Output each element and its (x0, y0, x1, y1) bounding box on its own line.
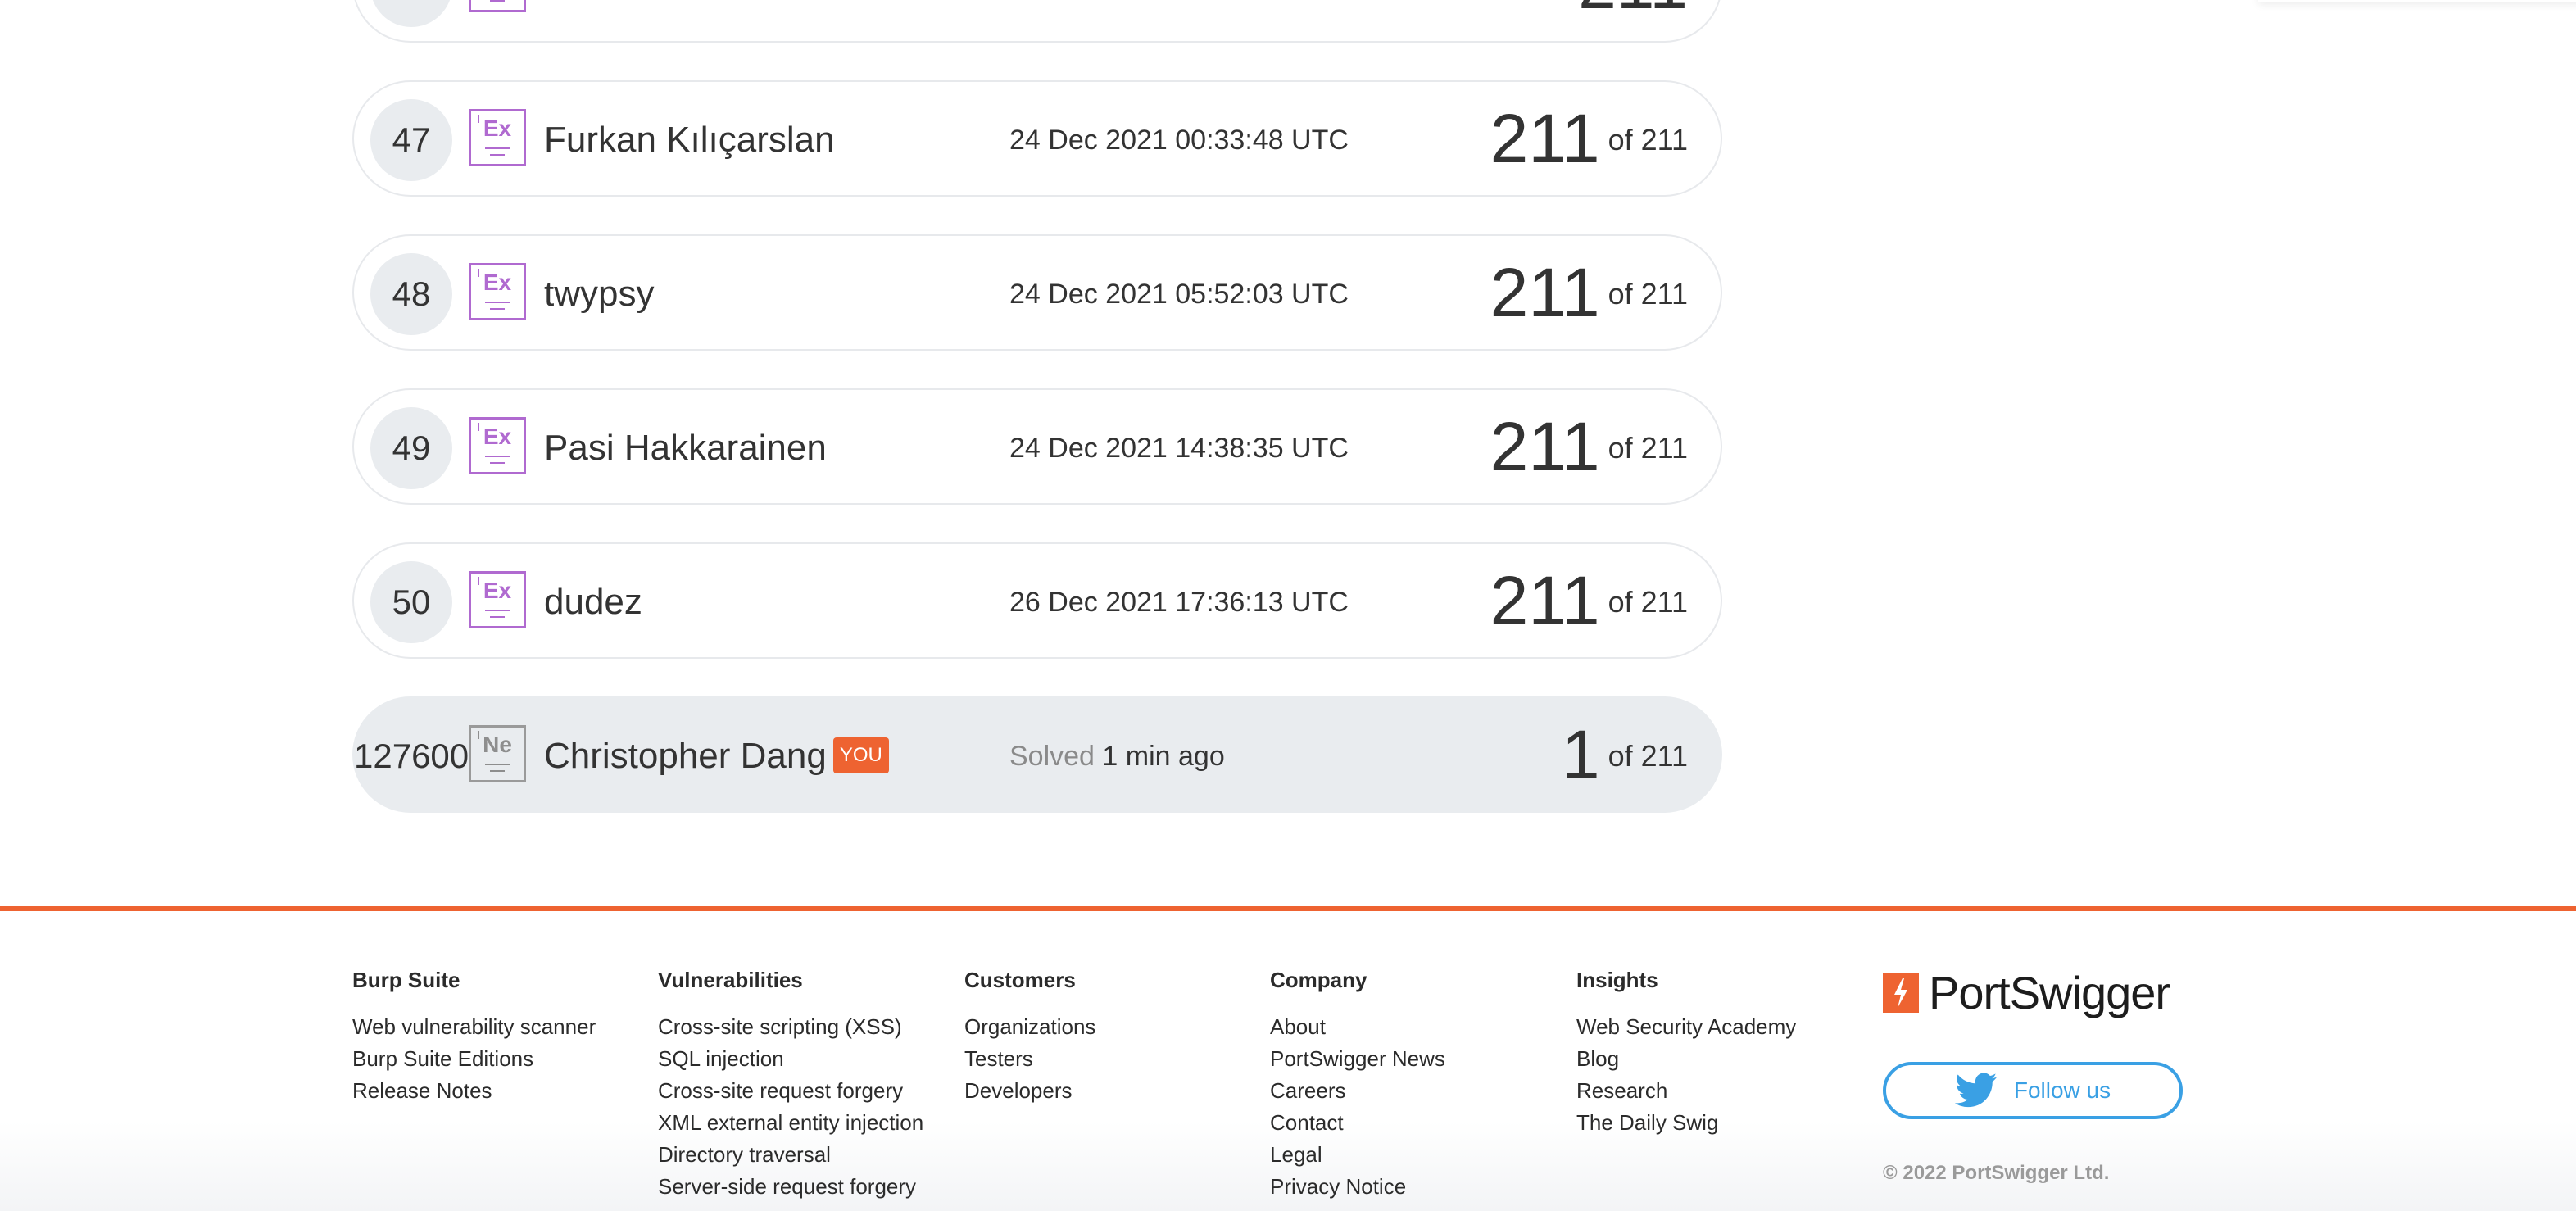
user-name: Christopher Dang (544, 736, 827, 776)
footer-link[interactable]: Web Security Academy (1576, 1011, 1796, 1043)
solved-date: 24 Dec 2021 00:33:48 UTC (1009, 125, 1349, 156)
twitter-bird-icon (1954, 1073, 1997, 1108)
footer-column-insights: Insights Web Security Academy Blog Resea… (1576, 967, 1796, 1139)
leaderboard-row: 48 Ex twypsy 24 Dec 2021 05:52:03 UTC 21… (352, 234, 1722, 351)
portswigger-logo-icon (1883, 973, 1919, 1013)
you-badge: YOU (832, 737, 889, 774)
leaderboard-row: 50 Ex dudez 26 Dec 2021 17:36:13 UTC 211… (352, 542, 1722, 659)
solved-date: 24 Dec 2021 14:38:35 UTC (1009, 433, 1349, 464)
badge-symbol: Ex (483, 424, 512, 449)
rank: 48 (370, 253, 452, 335)
rank: 127600 (354, 737, 469, 775)
footer-link[interactable]: Release Notes (352, 1075, 596, 1107)
site-footer: Burp Suite Web vulnerability scanner Bur… (0, 911, 2576, 1211)
badge-symbol: Ex (483, 578, 512, 603)
footer-heading: Insights (1576, 968, 1658, 992)
current-user-row: 127600 Ne Christopher Dang YOU Solved 1 m… (352, 696, 1722, 813)
footer-link[interactable]: PortSwigger News (1270, 1043, 1445, 1075)
score: 211 of 211 (1490, 390, 1688, 506)
badge-symbol: Ex (483, 270, 512, 295)
footer-link[interactable]: Cross-site request forgery (658, 1075, 923, 1107)
expert-badge-icon: Ex (469, 417, 526, 474)
footer-link[interactable]: XML external entity injection (658, 1107, 923, 1139)
score: 211 (1578, 0, 1688, 44)
rank: 49 (370, 407, 452, 489)
user-name: Pasi Hakkarainen (544, 428, 827, 468)
rank: 50 (370, 561, 452, 643)
footer-link[interactable]: Research (1576, 1075, 1796, 1107)
logo-text: PortSwigger (1929, 967, 2170, 1018)
score-total: of 211 (1608, 739, 1688, 773)
score-total: of 211 (1608, 123, 1688, 156)
badge-symbol: Ne (483, 732, 512, 757)
footer-brand: PortSwigger Follow us © 2022 PortSwigger… (1883, 968, 2183, 1184)
score: 211 of 211 (1490, 82, 1688, 198)
solved-status: Solved 1 min ago (1009, 698, 1225, 814)
footer-link[interactable]: SQL injection (658, 1043, 923, 1075)
score: 211 of 211 (1490, 236, 1688, 352)
follow-us-button[interactable]: Follow us (1883, 1062, 2183, 1119)
user-name: Furkan Kılıçarslan (544, 120, 835, 160)
copyright: © 2022 PortSwigger Ltd. (1883, 1162, 2110, 1184)
footer-link[interactable]: Blog (1576, 1043, 1796, 1075)
score: 1 of 211 (1562, 698, 1688, 814)
footer-link[interactable]: Burp Suite Editions (352, 1043, 596, 1075)
footer-heading: Company (1270, 968, 1367, 992)
footer-link[interactable]: Careers (1270, 1075, 1445, 1107)
footer-link[interactable]: Legal (1270, 1139, 1445, 1171)
footer-column-customers: Customers Organizations Testers Develope… (964, 967, 1095, 1107)
footer-link[interactable]: Privacy Notice (1270, 1171, 1445, 1203)
footer-link[interactable]: Organizations (964, 1011, 1095, 1043)
footer-link[interactable]: Server-side request forgery (658, 1171, 923, 1203)
score-total: of 211 (1608, 585, 1688, 619)
footer-column-company: Company About PortSwigger News Careers C… (1270, 967, 1445, 1203)
novice-badge-icon: Ne (469, 725, 526, 782)
solved-label: Solved (1009, 741, 1095, 772)
rank-circle (370, 0, 452, 27)
expert-badge-icon: Ex (469, 109, 526, 166)
footer-column-burp-suite: Burp Suite Web vulnerability scanner Bur… (352, 967, 596, 1107)
footer-link[interactable]: About (1270, 1011, 1445, 1043)
footer-link[interactable]: Testers (964, 1043, 1095, 1075)
solved-date: 24 Dec 2021 05:52:03 UTC (1009, 279, 1349, 310)
footer-link[interactable]: Directory traversal (658, 1139, 923, 1171)
footer-heading: Burp Suite (352, 968, 460, 992)
expert-badge-icon: Ex (469, 571, 526, 628)
score-total: of 211 (1608, 431, 1688, 465)
score-value: 211 (1490, 100, 1600, 177)
score-value: 211 (1490, 408, 1600, 485)
rank: 47 (370, 99, 452, 181)
user-name-cell: Christopher Dang YOU (544, 698, 889, 814)
footer-heading: Vulnerabilities (658, 968, 803, 992)
page: 211 47 Ex Furkan Kılıçarslan 24 Dec 2021… (0, 0, 2576, 1211)
expert-badge-icon (469, 0, 526, 12)
footer-link[interactable]: The Daily Swig (1576, 1107, 1796, 1139)
footer-link[interactable]: Developers (964, 1075, 1095, 1107)
expert-badge-icon: Ex (469, 263, 526, 320)
solved-time: 1 min ago (1102, 741, 1225, 772)
user-name: dudez (544, 582, 642, 622)
follow-us-label: Follow us (2013, 1077, 2111, 1103)
footer-link[interactable]: Contact (1270, 1107, 1445, 1139)
badge-symbol: Ex (483, 116, 512, 141)
leaderboard-row-partial: 211 (352, 0, 1722, 43)
portswigger-logo[interactable]: PortSwigger (1883, 968, 2170, 1018)
footer-heading: Customers (964, 968, 1076, 992)
footer-link[interactable]: Cross-site scripting (XSS) (658, 1011, 923, 1043)
side-panel-edge (2258, 0, 2576, 2)
score: 211 of 211 (1490, 544, 1688, 660)
score-value: 1 (1561, 716, 1600, 793)
score-total: of 211 (1608, 277, 1688, 311)
footer-link[interactable]: Web vulnerability scanner (352, 1011, 596, 1043)
solved-date: 26 Dec 2021 17:36:13 UTC (1009, 587, 1349, 618)
leaderboard-row: 47 Ex Furkan Kılıçarslan 24 Dec 2021 00:… (352, 80, 1722, 197)
user-name: twypsy (544, 274, 655, 314)
score-value: 211 (1578, 0, 1688, 23)
score-value: 211 (1490, 562, 1600, 639)
leaderboard-row: 49 Ex Pasi Hakkarainen 24 Dec 2021 14:38… (352, 388, 1722, 505)
footer-column-vulnerabilities: Vulnerabilities Cross-site scripting (XS… (658, 967, 923, 1203)
score-value: 211 (1490, 254, 1600, 331)
